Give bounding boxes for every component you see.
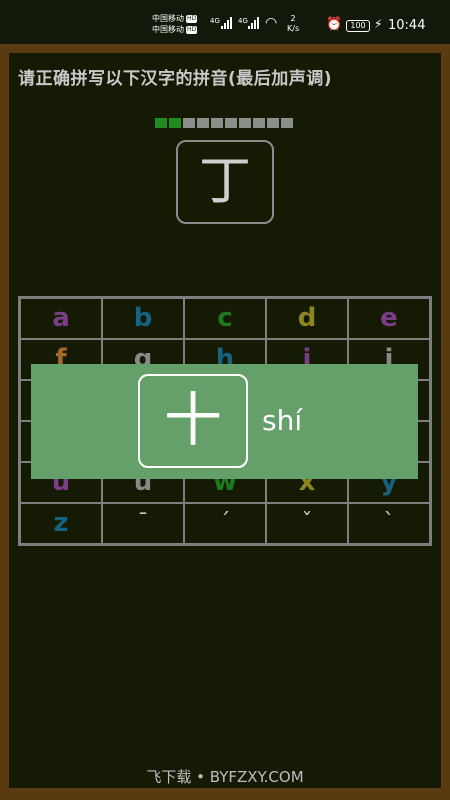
network-type-2: 4G	[238, 17, 248, 25]
letter-key-e[interactable]: e	[348, 298, 430, 339]
signal-icon	[248, 17, 262, 29]
network-type-1: 4G	[210, 17, 220, 25]
progress-square	[267, 118, 279, 128]
letter-key-a[interactable]: a	[20, 298, 102, 339]
alarm-icon: ⏰	[326, 17, 343, 32]
wifi-icon: ◠	[265, 15, 278, 31]
progress-square	[239, 118, 251, 128]
progress-square	[211, 118, 223, 128]
progress-square	[183, 118, 195, 128]
hd-badge: HD	[186, 26, 198, 34]
answer-character: 十	[138, 374, 248, 468]
signal-icon	[221, 17, 235, 29]
instruction-text: 请正确拼写以下汉字的拼音(最后加声调)	[18, 69, 333, 89]
progress-square	[169, 118, 181, 128]
letter-key-d[interactable]: d	[266, 298, 348, 339]
progress-square	[197, 118, 209, 128]
progress-square	[253, 118, 265, 128]
tone-key[interactable]: ˇ	[266, 503, 348, 544]
progress-square	[155, 118, 167, 128]
carrier-2: 中国移动	[152, 25, 184, 34]
answer-feedback-overlay[interactable]: 十 shí	[31, 364, 418, 479]
carrier-1: 中国移动	[152, 14, 184, 23]
answer-pinyin: shí	[262, 404, 303, 437]
hd-badge: HD	[186, 15, 198, 23]
watermark-text: 飞下载 • BYFZXY.COM	[146, 768, 304, 786]
letter-key-c[interactable]: c	[184, 298, 266, 339]
carrier-info: 中国移动 HD 中国移动 HD	[152, 13, 198, 35]
question-character: 丁	[176, 140, 274, 224]
letter-key-z[interactable]: z	[20, 503, 102, 544]
tone-key[interactable]: ˉ	[102, 503, 184, 544]
network-speed: 2 K/s	[287, 14, 300, 33]
battery-level: 100	[350, 21, 366, 30]
status-bar: 中国移动 HD 中国移动 HD 4G 4G ◠ 2 K/s ⏰ 100 ⚡ 10:4…	[0, 0, 450, 44]
letter-key-b[interactable]: b	[102, 298, 184, 339]
progress-square	[225, 118, 237, 128]
progress-indicator	[155, 118, 293, 128]
tone-key[interactable]: ˊ	[184, 503, 266, 544]
progress-square	[281, 118, 293, 128]
tone-key[interactable]: ˋ	[348, 503, 430, 544]
status-time: 10:44	[388, 18, 426, 33]
charging-icon: ⚡	[374, 17, 383, 31]
battery-icon: 100	[346, 20, 370, 32]
